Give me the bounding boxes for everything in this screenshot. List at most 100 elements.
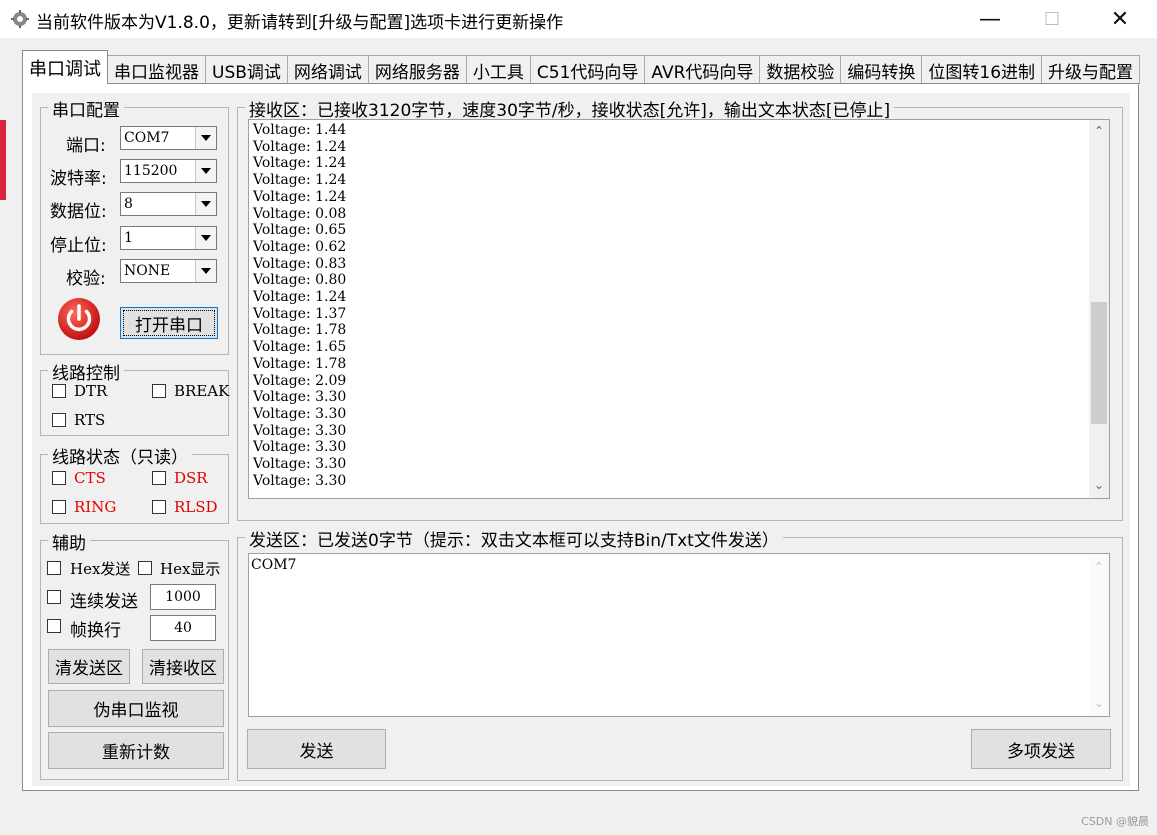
dsr-label: DSR bbox=[174, 469, 208, 487]
scroll-down-icon[interactable]: ⌄ bbox=[1089, 696, 1109, 710]
receive-line: Voltage: 3.30 bbox=[253, 405, 347, 422]
send-scrollbar[interactable]: ⌃ ⌄ bbox=[1089, 554, 1109, 716]
clear-receive-button[interactable]: 清接收区 bbox=[142, 649, 224, 684]
parity-select[interactable]: NONE bbox=[120, 259, 217, 283]
tab-2[interactable]: 串口监视器 bbox=[107, 55, 206, 84]
receive-scrollbar[interactable]: ⌃ ⌄ bbox=[1089, 120, 1109, 498]
rlsd-label: RLSD bbox=[174, 498, 218, 516]
minimize-button[interactable]: — bbox=[959, 0, 1021, 38]
chevron-down-icon[interactable] bbox=[195, 193, 216, 215]
continuous-send-label: 连续发送 bbox=[70, 592, 138, 612]
dtr-checkbox[interactable] bbox=[52, 384, 66, 398]
receive-line: Voltage: 1.24 bbox=[253, 172, 347, 189]
scroll-up-icon[interactable]: ⌃ bbox=[1089, 560, 1109, 574]
receive-line: Voltage: 1.44 bbox=[253, 122, 347, 138]
receive-scroll-thumb[interactable] bbox=[1091, 302, 1107, 424]
clear-send-button[interactable]: 清发送区 bbox=[48, 649, 130, 684]
maximize-button[interactable]: ☐ bbox=[1021, 0, 1083, 38]
cts-label: CTS bbox=[74, 469, 106, 487]
dsr-indicator bbox=[152, 471, 166, 485]
receive-line: Voltage: 0.83 bbox=[253, 255, 347, 272]
receive-textarea[interactable]: Voltage: 1.44 Voltage: 1.24 Voltage: 1.24 V… bbox=[248, 119, 1110, 499]
break-checkbox[interactable] bbox=[152, 384, 166, 398]
receive-line: Voltage: 2.09 bbox=[253, 372, 347, 389]
tab-7[interactable]: C51代码向导 bbox=[529, 55, 646, 84]
tab-9[interactable]: 数据校验 bbox=[759, 55, 842, 84]
scroll-down-icon[interactable]: ⌄ bbox=[1089, 478, 1109, 492]
line-status-title: 线路状态（只读） bbox=[48, 443, 192, 468]
recount-button[interactable]: 重新计数 bbox=[48, 732, 224, 769]
tab-11[interactable]: 位图转16进制 bbox=[921, 55, 1043, 84]
watermark: CSDN @貌晨 bbox=[1081, 815, 1149, 828]
databits-select[interactable]: 8 bbox=[120, 192, 217, 216]
tab-6[interactable]: 小工具 bbox=[465, 55, 531, 84]
receive-line: Voltage: 0.65 bbox=[253, 222, 347, 239]
tab-3[interactable]: USB调试 bbox=[205, 55, 288, 84]
cts-indicator bbox=[52, 471, 66, 485]
power-icon[interactable] bbox=[57, 297, 101, 341]
tab-12[interactable]: 升级与配置 bbox=[1041, 55, 1141, 84]
multi-send-button[interactable]: 多项发送 bbox=[971, 729, 1111, 769]
ring-indicator bbox=[52, 500, 66, 514]
port-label: 端口: bbox=[66, 136, 106, 156]
scroll-up-icon[interactable]: ⌃ bbox=[1089, 124, 1109, 138]
receive-line: Voltage: 3.30 bbox=[253, 472, 347, 489]
hex-send-label: Hex发送 bbox=[70, 560, 131, 578]
chevron-down-icon[interactable] bbox=[195, 160, 216, 182]
receive-line: Voltage: 1.78 bbox=[253, 322, 347, 339]
receive-title: 接收区：已接收3120字节，速度30字节/秒，接收状态[允许]，输出文本状态[已… bbox=[245, 96, 895, 121]
tab-1[interactable]: 串口调试 bbox=[22, 50, 108, 84]
port-select[interactable]: COM7 bbox=[120, 126, 217, 150]
receive-line: Voltage: 1.24 bbox=[253, 289, 347, 306]
frame-newline-label: 帧换行 bbox=[70, 621, 121, 641]
receive-line: Voltage: 3.30 bbox=[253, 439, 347, 456]
receive-line: Voltage: 1.78 bbox=[253, 355, 347, 372]
send-textarea[interactable]: COM7 ⌃ ⌄ bbox=[248, 553, 1110, 717]
continuous-send-checkbox[interactable] bbox=[47, 590, 61, 604]
ring-label: RING bbox=[74, 498, 117, 516]
stopbits-select[interactable]: 1 bbox=[120, 226, 217, 250]
send-text: COM7 bbox=[251, 557, 297, 573]
receive-text: Voltage: 1.44 Voltage: 1.24 Voltage: 1.24 V… bbox=[253, 122, 346, 489]
port-value: COM7 bbox=[124, 130, 170, 146]
receive-line: Voltage: 1.65 bbox=[253, 339, 347, 356]
frame-newline-checkbox[interactable] bbox=[47, 619, 61, 633]
baud-label: 波特率: bbox=[50, 169, 107, 189]
databits-label: 数据位: bbox=[50, 202, 107, 222]
serial-config-title: 串口配置 bbox=[48, 96, 124, 121]
line-control-title: 线路控制 bbox=[48, 359, 124, 384]
open-port-button[interactable]: 打开串口 bbox=[120, 307, 218, 339]
frame-interval-input[interactable]: 40 bbox=[150, 615, 216, 641]
fake-port-monitor-button[interactable]: 伪串口监视 bbox=[48, 690, 224, 727]
chevron-down-icon[interactable] bbox=[195, 227, 216, 249]
assist-title: 辅助 bbox=[48, 529, 90, 554]
dtr-label: DTR bbox=[74, 382, 108, 400]
tab-5[interactable]: 网络服务器 bbox=[367, 55, 467, 84]
baud-select[interactable]: 115200 bbox=[120, 159, 217, 183]
chevron-down-icon[interactable] bbox=[195, 260, 216, 282]
receive-line: Voltage: 3.30 bbox=[253, 456, 347, 473]
continuous-interval-input[interactable]: 1000 bbox=[150, 584, 216, 610]
receive-line: Voltage: 1.24 bbox=[253, 138, 347, 155]
rts-checkbox[interactable] bbox=[52, 413, 66, 427]
receive-line: Voltage: 3.30 bbox=[253, 389, 347, 406]
hex-send-checkbox[interactable] bbox=[47, 561, 61, 575]
tab-8[interactable]: AVR代码向导 bbox=[644, 55, 761, 84]
receive-line: Voltage: 1.37 bbox=[253, 305, 347, 322]
stopbits-label: 停止位: bbox=[50, 236, 107, 256]
chevron-down-icon[interactable] bbox=[195, 127, 216, 149]
hex-show-label: Hex显示 bbox=[160, 560, 221, 578]
tab-bar: 串口调试 串口监视器 USB调试 网络调试 网络服务器 小工具 C51代码向导 AVR代码向导… bbox=[22, 50, 1141, 84]
tab-4[interactable]: 网络调试 bbox=[286, 55, 369, 84]
close-button[interactable]: ✕ bbox=[1089, 0, 1151, 38]
send-button[interactable]: 发送 bbox=[247, 729, 386, 769]
parity-value: NONE bbox=[124, 263, 171, 279]
tab-10[interactable]: 编码转换 bbox=[840, 55, 923, 84]
hex-show-checkbox[interactable] bbox=[138, 561, 152, 575]
receive-line: Voltage: 0.62 bbox=[253, 238, 347, 255]
parity-label: 校验: bbox=[66, 269, 106, 289]
baud-value: 115200 bbox=[124, 163, 178, 179]
receive-line: Voltage: 1.24 bbox=[253, 155, 347, 172]
send-title: 发送区：已发送0字节（提示：双击文本框可以支持Bin/Txt文件发送） bbox=[245, 526, 783, 551]
receive-line: Voltage: 0.80 bbox=[253, 272, 347, 289]
